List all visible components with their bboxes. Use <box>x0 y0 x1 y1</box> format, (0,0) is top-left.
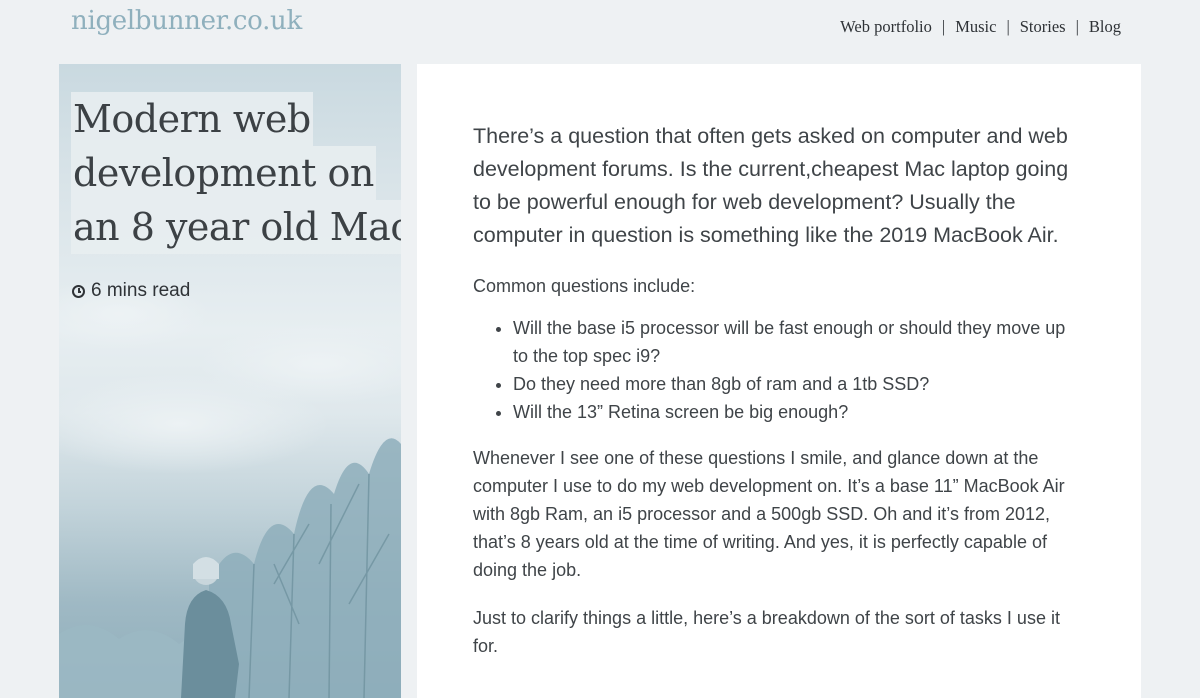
title-line: Modern web <box>71 92 313 146</box>
hero-image-panel: Modern web development on an 8 year old … <box>59 64 401 698</box>
main-nav: Web portfolio | Music | Stories | Blog <box>840 17 1121 37</box>
site-header: nigelbunner.co.uk Web portfolio | Music … <box>0 0 1200 64</box>
list-item: Will the base i5 processor will be fast … <box>513 314 1085 370</box>
site-logo-link[interactable]: nigelbunner.co.uk <box>71 6 302 36</box>
questions-list: Will the base i5 processor will be fast … <box>473 314 1085 426</box>
nav-link-web-portfolio[interactable]: Web portfolio <box>840 17 932 37</box>
list-item: Will the 13” Retina screen be big enough… <box>513 398 1085 426</box>
nav-separator: | <box>1075 17 1079 36</box>
article-body: There’s a question that often gets asked… <box>417 64 1141 698</box>
nav-separator: | <box>1006 17 1010 36</box>
article-paragraph: Just to clarify things a little, here’s … <box>473 608 1060 656</box>
article-paragraph: Whenever I see one of these questions I … <box>473 448 1065 580</box>
questions-lead: Common questions include: <box>473 276 696 296</box>
read-time: 6 mins read <box>72 280 190 302</box>
nav-link-blog[interactable]: Blog <box>1089 17 1121 37</box>
list-item: Do they need more than 8gb of ram and a … <box>513 370 1085 398</box>
nav-link-stories[interactable]: Stories <box>1020 17 1066 37</box>
nav-separator: | <box>941 17 946 36</box>
title-line: development on <box>71 146 376 200</box>
read-time-label: 6 mins read <box>91 280 191 301</box>
nav-link-music[interactable]: Music <box>955 17 996 37</box>
article-title: Modern web development on an 8 year old … <box>71 92 401 254</box>
article-intro: There’s a question that often gets asked… <box>473 124 1069 247</box>
clock-icon <box>72 284 85 298</box>
title-line: an 8 year old Mac <box>71 200 401 254</box>
